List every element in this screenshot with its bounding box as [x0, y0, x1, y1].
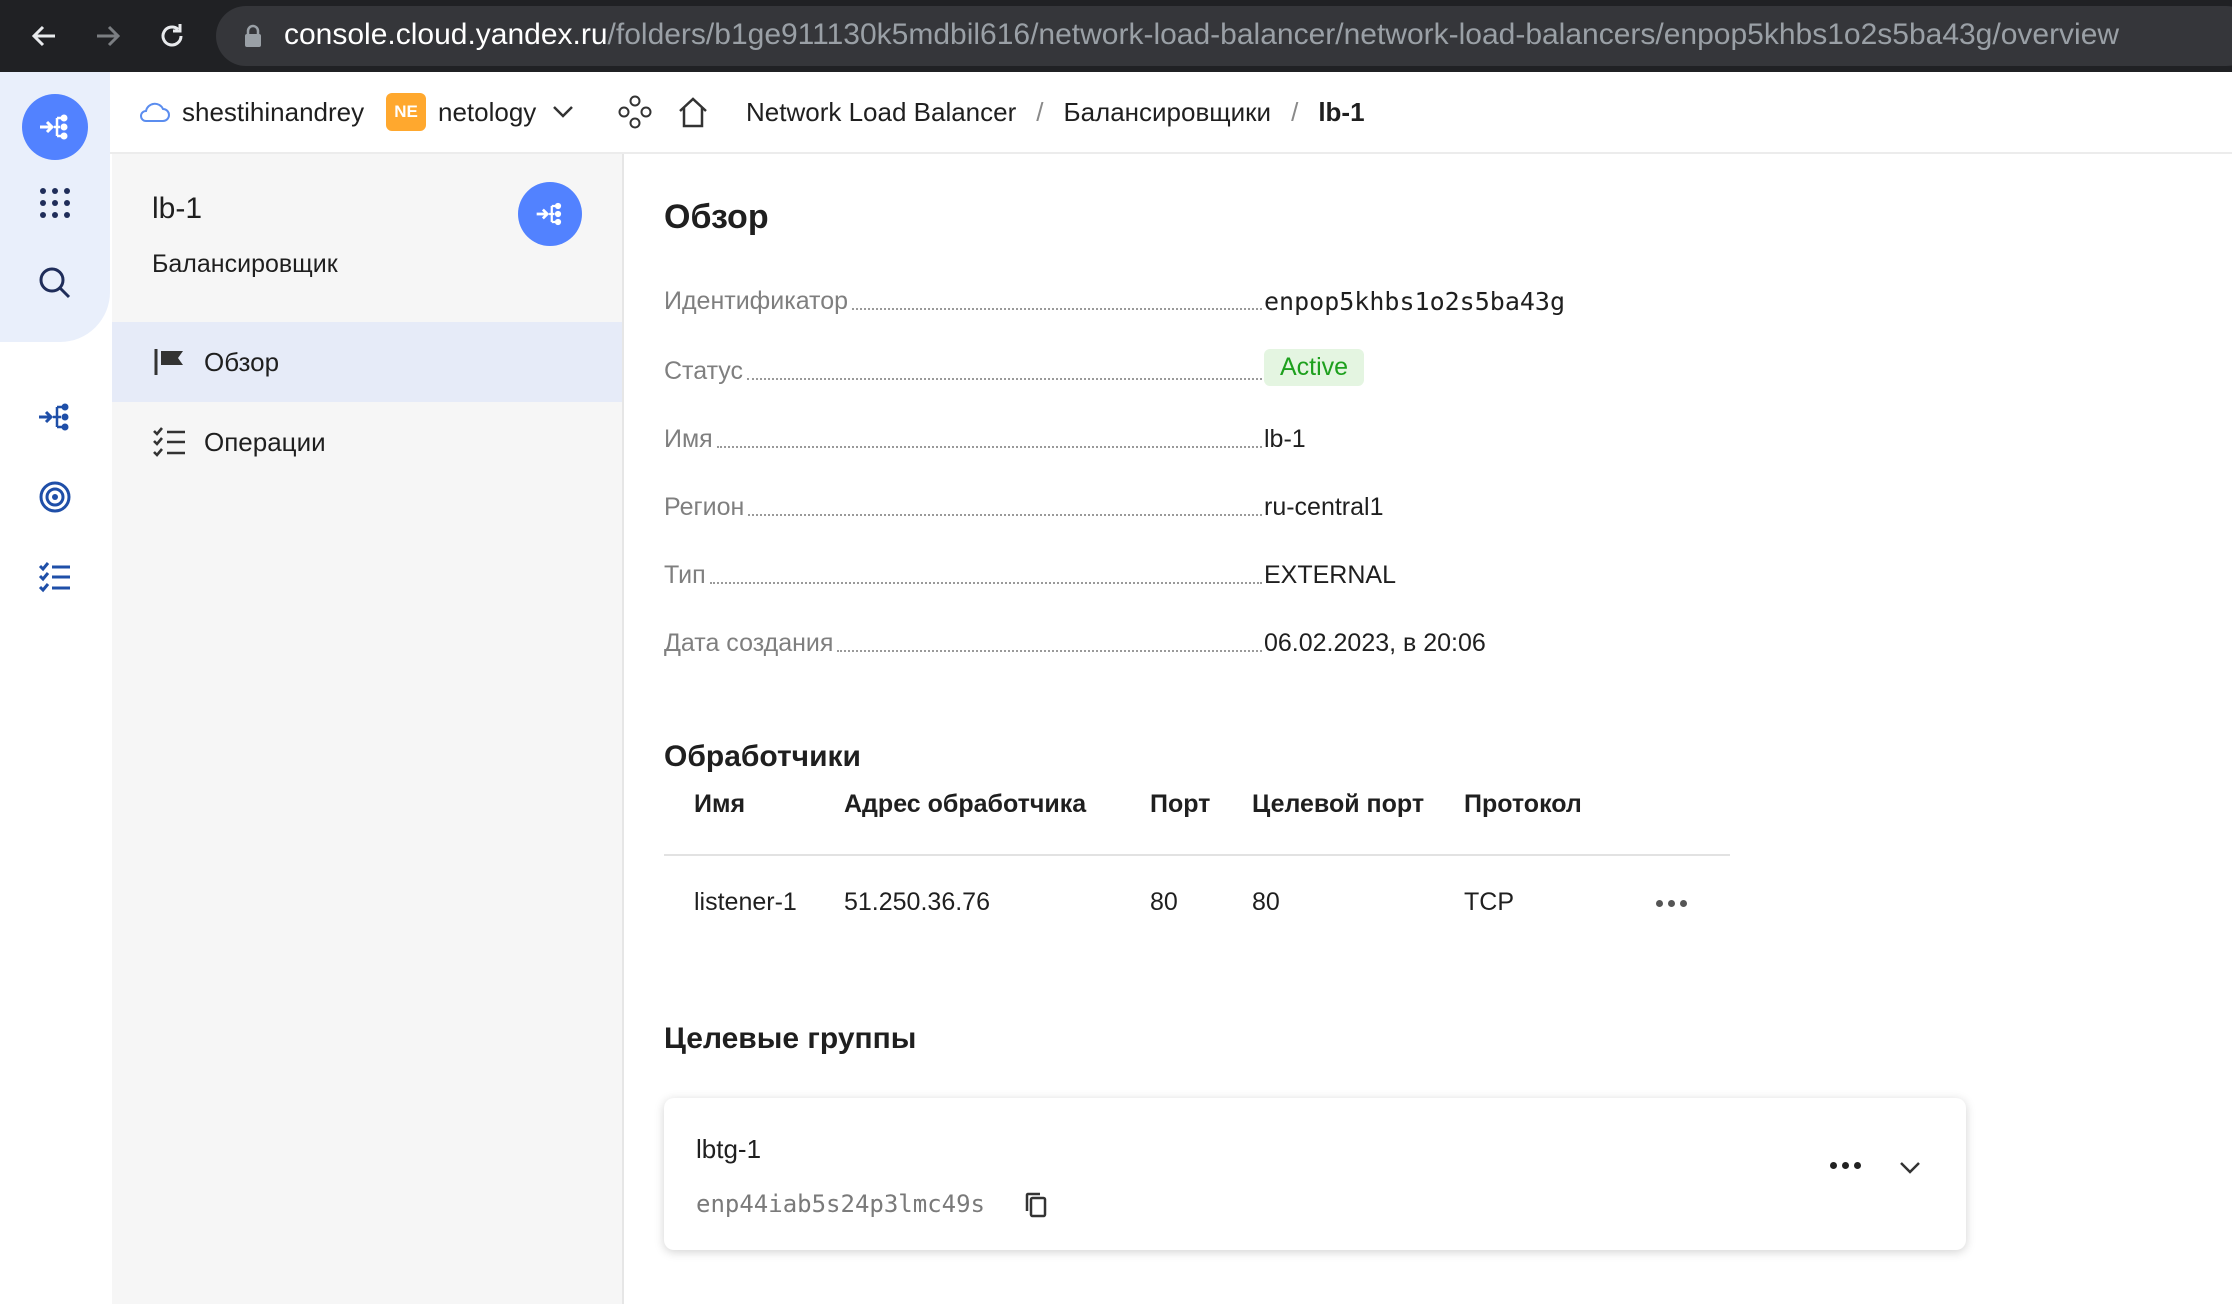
nlb-service-button[interactable]: [22, 94, 88, 160]
folder-badge: NE: [386, 93, 426, 131]
cloud-selector[interactable]: shestihinandrey: [138, 72, 364, 152]
folder-name: netology: [438, 96, 537, 127]
resource-sidebar: lb-1 Балансировщик Обзор Операции: [112, 154, 624, 1304]
sidebar-item-label: Операции: [204, 426, 326, 457]
table-cell: 80: [1150, 888, 1178, 916]
prop-value: ru-central1: [1264, 493, 1384, 521]
resource-title: lb-1: [152, 192, 203, 225]
prop-value[interactable]: enpop5khbs1o2s5ba43g: [1264, 280, 1565, 316]
service-rail: [0, 72, 110, 1304]
target-group-name[interactable]: lbtg-1: [696, 1134, 761, 1165]
apps-grid-icon[interactable]: [32, 180, 78, 226]
status-badge: Active: [1264, 349, 1365, 386]
lock-icon: [244, 24, 262, 53]
search-icon[interactable]: [32, 260, 78, 306]
breadcrumb-separator: /: [1036, 96, 1044, 127]
folder-selector[interactable]: NE netology: [386, 72, 574, 152]
column-header: Целевой порт: [1252, 790, 1425, 818]
target-group-id: enp44iab5s24p3lmc49s: [696, 1190, 985, 1218]
table-divider: [664, 854, 1730, 856]
url-path: /folders/b1ge911130k5mdbil616/network-lo…: [607, 18, 2120, 51]
prop-created: Дата создания 06.02.2023, в 20:06: [664, 622, 1964, 662]
resource-type: Балансировщик: [152, 250, 338, 278]
target-group-card[interactable]: lbtg-1 enp44iab5s24p3lmc49s: [664, 1098, 1966, 1250]
reload-icon[interactable]: [150, 14, 194, 58]
browser-toolbar: console.cloud.yandex.ru/folders/b1ge9111…: [0, 0, 2232, 72]
prop-label: Имя: [664, 425, 717, 454]
resource-badge: [518, 182, 582, 246]
operations-list-icon[interactable]: [32, 554, 78, 600]
breadcrumb-separator: /: [1291, 96, 1299, 127]
table-cell: 80: [1252, 888, 1280, 916]
prop-label: Статус: [664, 357, 748, 386]
column-header: Имя: [694, 790, 746, 818]
prop-value: EXTERNAL: [1264, 561, 1396, 589]
prop-value: 06.02.2023, в 20:06: [1264, 629, 1486, 657]
flag-icon: [152, 344, 188, 380]
url-host: console.cloud.yandex.ru: [284, 18, 608, 51]
console-header: shestihinandrey NE netology Network Load…: [110, 72, 2232, 154]
prop-label: Регион: [664, 493, 749, 522]
table-cell: 51.250.36.76: [844, 888, 990, 916]
target-icon[interactable]: [32, 474, 78, 520]
card-actions-icon[interactable]: [1830, 1162, 1861, 1169]
column-header: Порт: [1150, 790, 1211, 818]
prop-status: Статус Active: [664, 349, 1964, 390]
chevron-down-icon[interactable]: [1892, 1150, 1928, 1186]
cloud-icon: [140, 102, 170, 122]
list-icon: [152, 424, 188, 460]
load-balancer-nav-icon[interactable]: [32, 394, 78, 440]
prop-name: Имя lb-1: [664, 418, 1964, 458]
prop-label: Дата создания: [664, 629, 838, 658]
prop-id: Идентификатор enpop5khbs1o2s5ba43g: [664, 280, 1964, 320]
target-groups-title: Целевые группы: [664, 1022, 917, 1055]
breadcrumb-nlb[interactable]: Network Load Balancer: [746, 97, 1016, 128]
sidebar-item-overview[interactable]: Обзор: [112, 322, 622, 402]
forward-icon[interactable]: [86, 14, 130, 58]
row-actions-icon[interactable]: [1656, 900, 1687, 907]
prop-label: Идентификатор: [664, 287, 853, 316]
column-header: Протокол: [1464, 790, 1582, 818]
services-icon[interactable]: [618, 72, 652, 152]
back-icon[interactable]: [22, 14, 66, 58]
prop-value: lb-1: [1264, 425, 1306, 453]
breadcrumb-balancers[interactable]: Балансировщики: [1064, 97, 1272, 128]
main-content: Обзор Идентификатор enpop5khbs1o2s5ba43g…: [624, 154, 2232, 1304]
prop-label: Тип: [664, 561, 710, 590]
prop-region: Регион ru-central1: [664, 486, 1964, 526]
copy-icon[interactable]: [1022, 1190, 1052, 1220]
table-cell: listener-1: [694, 888, 797, 916]
chevron-down-icon: [553, 106, 574, 118]
url-text[interactable]: console.cloud.yandex.ru/folders/b1ge9111…: [284, 16, 2119, 54]
listeners-title: Обработчики: [664, 740, 861, 773]
home-icon[interactable]: [676, 72, 710, 152]
table-cell: TCP: [1464, 888, 1514, 916]
sidebar-item-operations[interactable]: Операции: [112, 402, 622, 482]
page-title: Обзор: [664, 198, 769, 236]
breadcrumb: Network Load Balancer / Балансировщики /…: [746, 72, 1365, 152]
prop-type: Тип EXTERNAL: [664, 554, 1964, 594]
cloud-name: shestihinandrey: [182, 96, 365, 127]
column-header: Адрес обработчика: [844, 790, 1087, 818]
sidebar-item-label: Обзор: [204, 346, 280, 377]
load-balancer-icon: [536, 202, 562, 226]
breadcrumb-current: lb-1: [1318, 96, 1365, 127]
load-balancer-icon: [40, 114, 68, 140]
